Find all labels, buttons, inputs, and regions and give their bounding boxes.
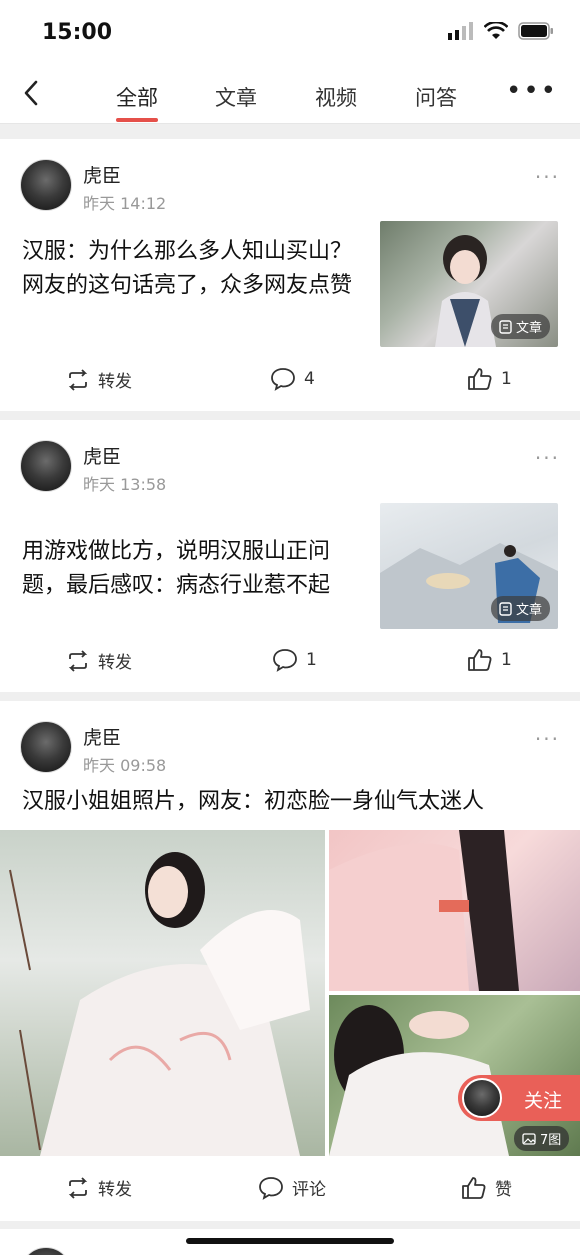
- tab-all[interactable]: 全部: [116, 82, 158, 112]
- like-button[interactable]: 1: [467, 648, 512, 672]
- post-thumbnail[interactable]: 文章: [380, 503, 558, 629]
- repost-label: 转发: [98, 372, 132, 392]
- repost-button[interactable]: 转发: [66, 648, 132, 673]
- repost-button[interactable]: 转发: [66, 367, 132, 392]
- document-icon: [499, 601, 512, 616]
- follow-label: 关注: [524, 1090, 563, 1112]
- hanfu-girl-white-dress-image: [9, 852, 310, 1156]
- comment-button[interactable]: 4: [270, 367, 315, 391]
- thumbs-up-icon: [462, 1176, 486, 1199]
- cellular-signal-icon: [448, 22, 473, 40]
- comment-count: 1: [306, 650, 317, 670]
- post-title[interactable]: 用游戏做比方，说明汉服山正问题，最后感叹：病态行业惹不起: [22, 535, 362, 603]
- post-card[interactable]: 虎臣 昨天 13:58 ··· 用游戏做比方，说明汉服山正问题，最后感叹：病态行…: [0, 420, 580, 692]
- gallery-image-top-right[interactable]: [329, 830, 580, 991]
- comment-icon: [271, 368, 295, 391]
- like-count: 1: [501, 369, 512, 389]
- author-name[interactable]: 虎臣: [83, 442, 121, 469]
- like-button[interactable]: 1: [467, 367, 512, 391]
- post-more-icon[interactable]: ···: [535, 446, 560, 470]
- follow-avatar: [462, 1078, 502, 1118]
- tab-articles[interactable]: 文章: [215, 82, 257, 112]
- follow-button[interactable]: 关注: [458, 1075, 580, 1121]
- wifi-icon: [484, 22, 508, 39]
- repost-button[interactable]: 转发: [66, 1175, 132, 1200]
- image-count-label: 7图: [540, 1133, 562, 1148]
- comment-button[interactable]: 评论: [258, 1175, 326, 1200]
- tab-qa[interactable]: 问答: [415, 82, 457, 112]
- comment-icon: [273, 649, 297, 672]
- battery-icon: [518, 22, 553, 40]
- home-indicator[interactable]: [186, 1238, 394, 1244]
- post-more-icon[interactable]: ···: [535, 727, 560, 751]
- post-time: 昨天 09:58: [83, 756, 167, 775]
- avatar[interactable]: [20, 1247, 72, 1255]
- post-card[interactable]: 虎臣 昨天 09:58 ··· 汉服小姐姐照片，网友：初恋脸一身仙气太迷人 转发…: [0, 701, 580, 1221]
- tab-videos[interactable]: 视频: [315, 82, 357, 112]
- status-icons: [448, 22, 554, 40]
- active-tab-indicator: [116, 118, 158, 122]
- post-more-icon[interactable]: ···: [535, 165, 560, 189]
- status-bar: 15:00: [0, 0, 580, 66]
- top-nav: 全部 文章 视频 问答 •••: [0, 66, 580, 124]
- status-time: 15:00: [42, 20, 113, 45]
- article-badge-label: 文章: [515, 321, 542, 336]
- avatar[interactable]: [20, 721, 72, 773]
- comment-count: 4: [304, 369, 315, 389]
- repost-icon: [68, 1176, 88, 1199]
- article-badge-label: 文章: [515, 603, 542, 618]
- avatar[interactable]: [20, 440, 72, 492]
- post-time: 昨天 14:12: [83, 194, 167, 213]
- like-label: 赞: [495, 1180, 512, 1200]
- post-thumbnail[interactable]: 文章: [380, 221, 558, 347]
- tab-bar: 全部 文章 视频 问答: [0, 66, 580, 124]
- comment-button[interactable]: 1: [272, 648, 317, 672]
- avatar[interactable]: [20, 159, 72, 211]
- post-card[interactable]: 虎臣 昨天 14:12 ··· 汉服：为什么那么多人知山买山？网友的这句话亮了，…: [0, 139, 580, 411]
- repost-label: 转发: [98, 1180, 132, 1200]
- more-options-icon[interactable]: •••: [506, 78, 558, 104]
- author-name[interactable]: 虎臣: [83, 161, 121, 188]
- gallery-image-main[interactable]: [0, 830, 325, 1156]
- repost-icon: [68, 649, 88, 672]
- like-count: 1: [501, 650, 512, 670]
- article-badge: 文章: [490, 596, 550, 621]
- author-name[interactable]: 虎臣: [83, 723, 121, 750]
- image-count-badge: 7图: [514, 1126, 570, 1151]
- post-actions: 转发 评论 赞: [0, 1175, 580, 1215]
- like-button[interactable]: 赞: [461, 1175, 512, 1200]
- post-actions: 转发 4 1: [0, 367, 580, 407]
- comment-label: 评论: [292, 1180, 326, 1200]
- thumbs-up-icon: [468, 368, 492, 390]
- post-time: 昨天 13:58: [83, 475, 167, 494]
- repost-icon: [68, 368, 88, 391]
- post-title[interactable]: 汉服：为什么那么多人知山买山？网友的这句话亮了，众多网友点赞: [22, 235, 362, 303]
- thumbs-up-icon: [468, 649, 492, 671]
- post-title[interactable]: 汉服小姐姐照片，网友：初恋脸一身仙气太迷人: [22, 785, 562, 819]
- repost-label: 转发: [98, 653, 132, 673]
- article-badge: 文章: [490, 314, 550, 339]
- hanfu-pink-robe-image: [329, 830, 519, 991]
- document-icon: [499, 319, 512, 334]
- post-actions: 转发 1 1: [0, 648, 580, 688]
- image-icon: [522, 1132, 536, 1145]
- comment-icon: [259, 1176, 283, 1200]
